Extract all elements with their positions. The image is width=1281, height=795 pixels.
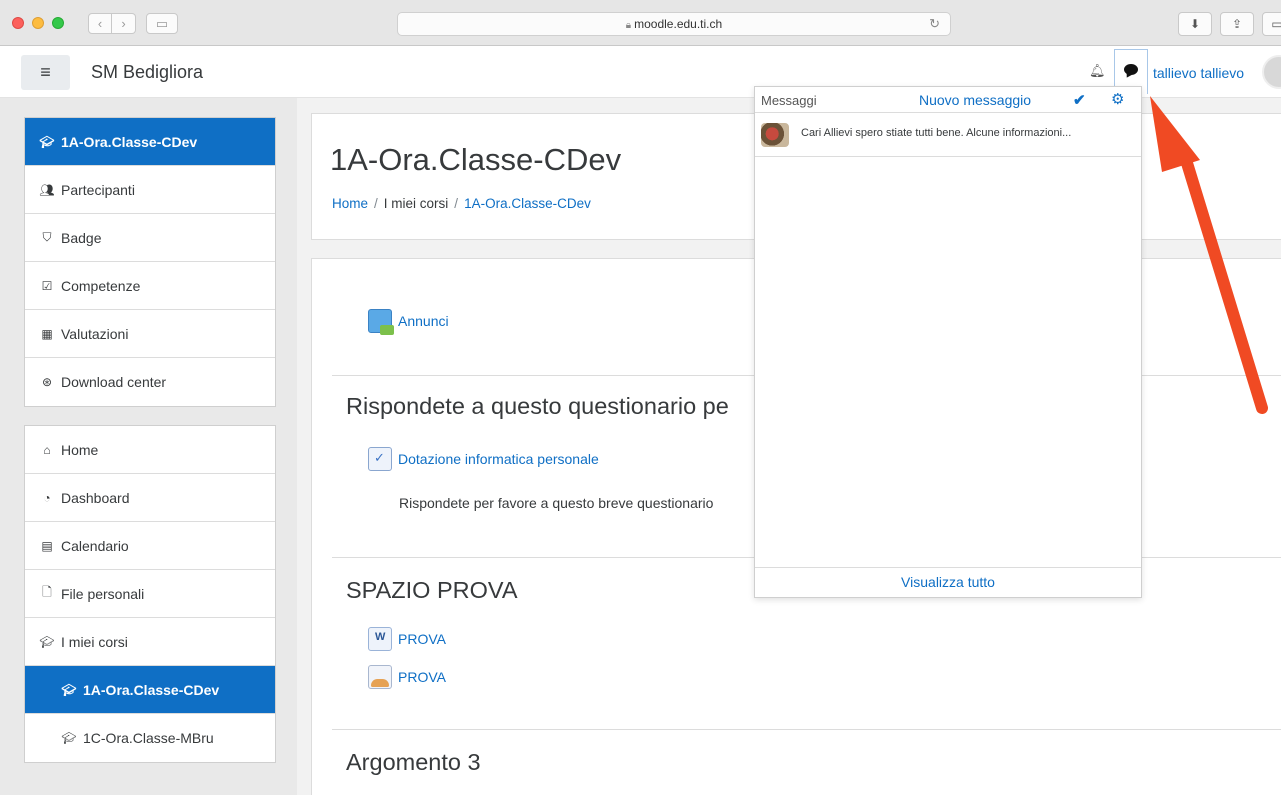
sidebar-item-i-miei-corsi[interactable]: 🎓︎ I miei corsi — [25, 618, 275, 666]
breadcrumb-course[interactable]: 1A-Ora.Classe-CDev — [464, 196, 591, 211]
section-title-3: Argomento 3 — [346, 749, 481, 775]
chat-bubble-icon — [1124, 64, 1138, 75]
questionnaire-icon — [368, 447, 392, 471]
messages-popover: Messaggi Nuovo messaggio ✔ ⚙ Cari Alliev… — [754, 86, 1142, 598]
section-title-2: SPAZIO PROVA — [346, 577, 518, 603]
sidebar-item-course-1a[interactable]: 🎓︎ 1A-Ora.Classe-CDev — [25, 666, 275, 714]
site-nav-block: ⌂ Home ◔ Dashboard ▤ Calendario 🗋 File perso… — [24, 425, 276, 763]
view-all-link[interactable]: Visualizza tutto — [755, 567, 1141, 597]
minimize-window-button[interactable] — [32, 17, 44, 29]
sidebar-item-dashboard[interactable]: ◔ Dashboard — [25, 474, 275, 522]
sidebar-item-file-personali[interactable]: 🗋 File personali — [25, 570, 275, 618]
dashboard-icon: ◔ — [43, 490, 51, 505]
activity-announcements[interactable]: Annunci — [368, 309, 449, 335]
address-bar[interactable]: 🔒︎ moodle.edu.ti.ch ↻ — [397, 12, 951, 36]
close-window-button[interactable] — [12, 17, 24, 29]
gear-icon[interactable]: ⚙ — [1111, 90, 1124, 108]
zoom-window-button[interactable] — [52, 17, 64, 29]
home-icon: ⌂ — [43, 442, 51, 457]
popover-title: Messaggi — [761, 93, 817, 108]
graduation-cap-icon: 🎓︎ — [39, 634, 55, 649]
new-tab-button[interactable]: ▭ — [1262, 12, 1281, 36]
section-title-1: Rispondete a questo questionario pe — [346, 393, 729, 419]
message-preview: Cari Allievi spero stiate tutti bene. Al… — [801, 127, 1072, 139]
section-divider — [332, 729, 1281, 730]
sidebar-item-partecipanti[interactable]: 👥︎ Partecipanti — [25, 166, 275, 214]
sidebar-item-badge[interactable]: ⛉ Badge — [25, 214, 275, 262]
page-title: 1A-Ora.Classe-CDev — [330, 142, 622, 177]
breadcrumb-my-courses[interactable]: I miei corsi — [384, 196, 449, 211]
site-name[interactable]: SM Bedigliora — [91, 62, 203, 83]
nav-drawer: 🎓︎ 1A-Ora.Classe-CDev 👥︎ Partecipanti ⛉ Bad… — [0, 98, 297, 795]
menu-toggle-button[interactable]: ≡ — [21, 55, 70, 90]
breadcrumb: Home / I miei corsi/1A-Ora.Classe-CDev — [332, 196, 591, 211]
sidebar-toggle-button[interactable]: ▭ — [146, 13, 178, 34]
users-icon: 👥︎ — [39, 182, 55, 197]
new-message-link[interactable]: Nuovo messaggio — [919, 92, 1031, 108]
sidebar-item-course-1c[interactable]: 🎓︎ 1C-Ora.Classe-MBru — [25, 714, 275, 762]
activity-file-word[interactable]: PROVA — [368, 627, 446, 651]
calendar-icon: ▤ — [41, 538, 53, 553]
downloads-button[interactable]: ⬇ — [1178, 12, 1212, 36]
lock-icon: 🔒︎ — [625, 20, 632, 31]
user-menu-name[interactable]: tallievo tallievo — [1153, 65, 1244, 81]
forum-icon — [368, 309, 394, 335]
shield-icon: ⛉ — [42, 230, 52, 244]
notifications-bell-icon[interactable]: 🔔︎ — [1089, 63, 1106, 79]
breadcrumb-home[interactable]: Home — [332, 196, 368, 211]
resource-file-icon — [368, 665, 392, 689]
activity-summary: Rispondete per favore a questo breve que… — [399, 495, 714, 511]
back-button[interactable]: ‹ — [88, 13, 112, 34]
reload-icon[interactable]: ↻ — [929, 13, 940, 35]
share-button[interactable]: ⇪ — [1220, 12, 1254, 36]
word-document-icon — [368, 627, 392, 651]
table-icon: ▦ — [41, 326, 53, 341]
sidebar-item-download-center[interactable]: ⊛ Download center — [25, 358, 275, 406]
activity-file-resource[interactable]: PROVA — [368, 665, 446, 689]
download-icon: ⊛ — [41, 375, 53, 389]
popover-header: Messaggi Nuovo messaggio ✔ ⚙ — [755, 87, 1141, 113]
sidebar-item-competenze[interactable]: ☑ Competenze — [25, 262, 275, 310]
sidebar-item-home[interactable]: ⌂ Home — [25, 426, 275, 474]
sender-avatar — [761, 123, 789, 147]
sidebar-item-course[interactable]: 🎓︎ 1A-Ora.Classe-CDev — [25, 118, 275, 166]
graduation-cap-icon: 🎓︎ — [61, 731, 77, 745]
graduation-cap-icon: 🎓︎ — [39, 134, 55, 149]
sidebar-item-calendario[interactable]: ▤ Calendario — [25, 522, 275, 570]
file-icon: 🗋 — [42, 585, 52, 599]
course-nav-block: 🎓︎ 1A-Ora.Classe-CDev 👥︎ Partecipanti ⛉ Bad… — [24, 117, 276, 407]
message-item[interactable]: Cari Allievi spero stiate tutti bene. Al… — [755, 113, 1141, 157]
forward-button[interactable]: › — [112, 13, 136, 34]
checkbox-icon: ☑ — [41, 278, 53, 293]
graduation-cap-icon: 🎓︎ — [61, 682, 77, 697]
browser-toolbar: ‹ › ▭ 🔒︎ moodle.edu.ti.ch ↻ ⬇ ⇪ ▭ — [0, 0, 1281, 46]
activity-questionnaire[interactable]: Dotazione informatica personale — [368, 447, 599, 471]
sidebar-item-valutazioni[interactable]: ▦ Valutazioni — [25, 310, 275, 358]
avatar[interactable] — [1262, 55, 1281, 89]
url-text: moodle.edu.ti.ch — [634, 17, 723, 31]
mark-all-read-icon[interactable]: ✔ — [1073, 91, 1086, 109]
